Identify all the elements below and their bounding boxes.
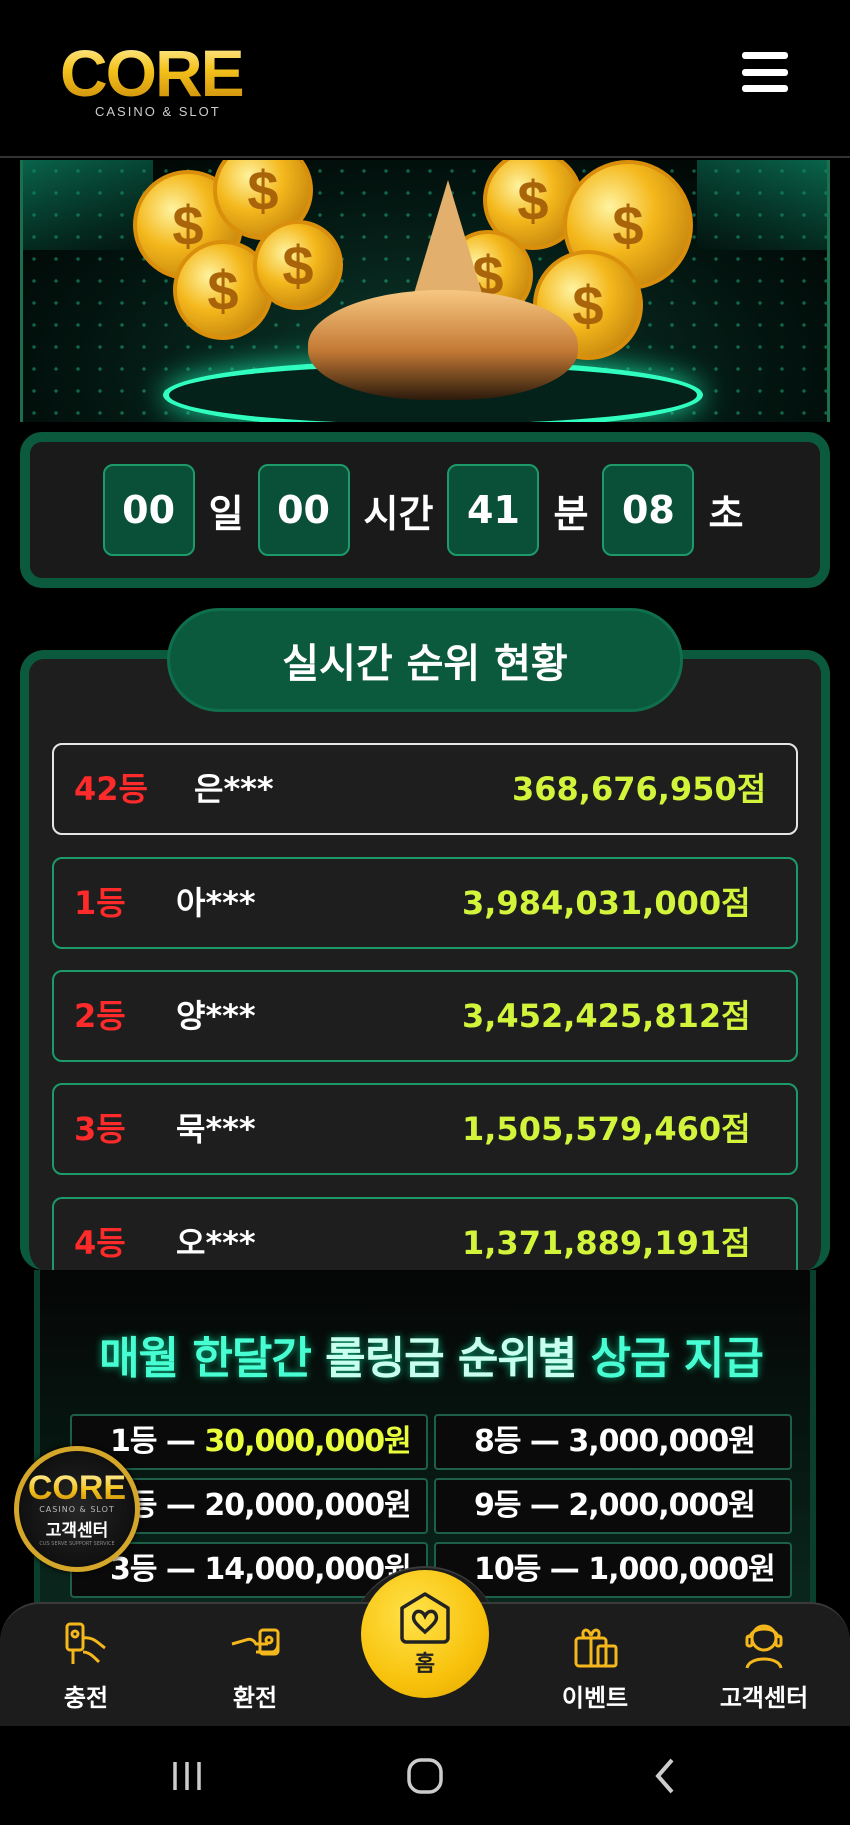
ranking-title: 실시간 순위 현황 [167, 608, 683, 712]
prize-amount: 2,000,000원 [568, 1488, 756, 1523]
floating-support-button[interactable]: CORE CASINO & SLOT 고객센터 CUS SERVE SUPPOR… [14, 1446, 140, 1572]
prize-cell: 10등 — 1,000,000원 [434, 1542, 792, 1598]
prize-amount: 30,000,000원 [204, 1424, 411, 1459]
nav-withdraw[interactable]: 환전 [185, 1618, 325, 1718]
trophy-base [308, 290, 578, 400]
prize-rank: 1등 [110, 1424, 157, 1459]
countdown-hours: 00 [257, 464, 350, 556]
nav-event[interactable]: 이벤트 [525, 1618, 665, 1718]
hamburger-menu-icon[interactable] [742, 52, 788, 92]
countdown-minutes: 41 [447, 464, 540, 556]
prize-cell: 8등 — 3,000,000원 [434, 1414, 792, 1470]
countdown-seconds-unit: 초 [708, 491, 744, 536]
countdown-minutes-unit: 분 [553, 491, 589, 536]
countdown-seconds: 08 [602, 464, 695, 556]
prize-amount: 20,000,000원 [204, 1488, 411, 1523]
nav-home[interactable]: 홈 [361, 1570, 489, 1698]
countdown-hours-unit: 시간 [363, 491, 434, 536]
support-badge-label: 고객센터 [45, 1521, 109, 1541]
prize-rank: 8등 [474, 1424, 521, 1459]
my-rank-row: 42등 은*** 368,676,950점 [52, 743, 798, 835]
nav-event-label: 이벤트 [561, 1684, 629, 1712]
hero-banner: $ $ $ $ $ $ $ $ [20, 160, 830, 422]
deposit-hand-icon [65, 1622, 106, 1664]
rank-position: 1등 [74, 884, 126, 922]
rank-user-name: 오*** [176, 1224, 256, 1262]
prize-cell: 1등 — 30,000,000원 [70, 1414, 428, 1470]
rank-row: 2등 양*** 3,452,425,812점 [52, 970, 798, 1062]
countdown-days-unit: 일 [208, 491, 244, 536]
prize-rank: 9등 [474, 1488, 521, 1523]
prize-title-part: 롤링금 순위별 [325, 1333, 577, 1384]
countdown-timer: 00 일 00 시간 41 분 08 초 [20, 432, 830, 588]
prize-title-part: 상금 지급 [590, 1333, 764, 1384]
nav-deposit[interactable]: 충전 [16, 1618, 156, 1718]
home-circle-icon[interactable] [390, 1746, 460, 1806]
prize-amount: 1,000,000원 [588, 1552, 776, 1587]
support-badge-tiny: CUS SERVE SUPPORT SERVICE [39, 1541, 115, 1547]
nav-home-label: 홈 [414, 1652, 436, 1677]
rank-score: 3,984,031,000점 [462, 884, 751, 922]
prize-amount: 3,000,000원 [568, 1424, 756, 1459]
gift-icon [574, 1628, 618, 1668]
nav-withdraw-label: 환전 [232, 1684, 278, 1712]
rank-position: 4등 [74, 1224, 126, 1262]
rank-row: 3등 묵*** 1,505,579,460점 [52, 1083, 798, 1175]
rank-score: 1,371,889,191점 [462, 1224, 751, 1262]
withdraw-hand-icon [231, 1628, 280, 1656]
prize-title: 매월 한달간 롤링금 순위별 상금 지급 [40, 1322, 822, 1386]
rank-position: 3등 [74, 1110, 126, 1148]
rank-row: 1등 아*** 3,984,031,000점 [52, 857, 798, 949]
system-navigation-bar [0, 1726, 850, 1825]
prize-cell: 9등 — 2,000,000원 [434, 1478, 792, 1534]
rank-score: 3,452,425,812점 [462, 997, 751, 1035]
back-chevron-icon[interactable] [630, 1746, 700, 1806]
home-heart-icon [400, 1592, 450, 1644]
rank-user-name: 은*** [194, 770, 274, 808]
support-badge-logo: CORE [27, 1469, 127, 1507]
prize-rank: 10등 [474, 1552, 541, 1587]
rank-user-name: 아*** [176, 884, 256, 922]
app-header: CORE CASINO & SLOT [0, 0, 850, 158]
headset-support-icon [745, 1624, 783, 1669]
rank-score: 1,505,579,460점 [462, 1110, 751, 1148]
support-badge-sub: CASINO & SLOT [39, 1505, 115, 1514]
core-logo[interactable]: CORE CASINO & SLOT [60, 40, 260, 120]
logo-text: CORE [60, 40, 260, 106]
prize-title-part: 매월 한달간 [99, 1333, 312, 1384]
rank-position: 42등 [74, 770, 148, 808]
nav-deposit-label: 충전 [63, 1684, 109, 1712]
rank-row: 4등 오*** 1,371,889,191점 [52, 1197, 798, 1270]
recent-apps-icon[interactable] [152, 1746, 222, 1806]
rank-score: 368,676,950점 [512, 770, 767, 808]
nav-support-label: 고객센터 [719, 1684, 809, 1712]
countdown-days: 00 [102, 464, 195, 556]
nav-support[interactable]: 고객센터 [694, 1618, 834, 1718]
gold-coin-icon: $ [253, 220, 343, 310]
rank-user-name: 양*** [176, 997, 256, 1035]
rank-position: 2등 [74, 997, 126, 1035]
rank-user-name: 묵*** [176, 1110, 256, 1148]
